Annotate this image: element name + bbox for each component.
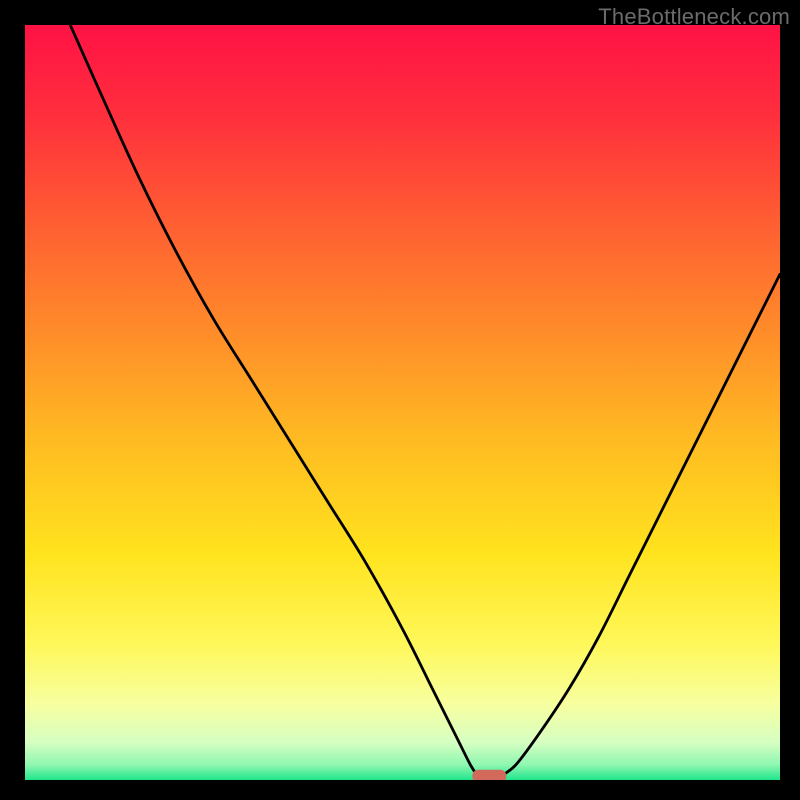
bottleneck-chart (25, 25, 780, 780)
attribution-text: TheBottleneck.com (598, 4, 790, 30)
chart-frame: TheBottleneck.com (0, 0, 800, 800)
bottleneck-marker (472, 770, 506, 780)
gradient-background (25, 25, 780, 780)
